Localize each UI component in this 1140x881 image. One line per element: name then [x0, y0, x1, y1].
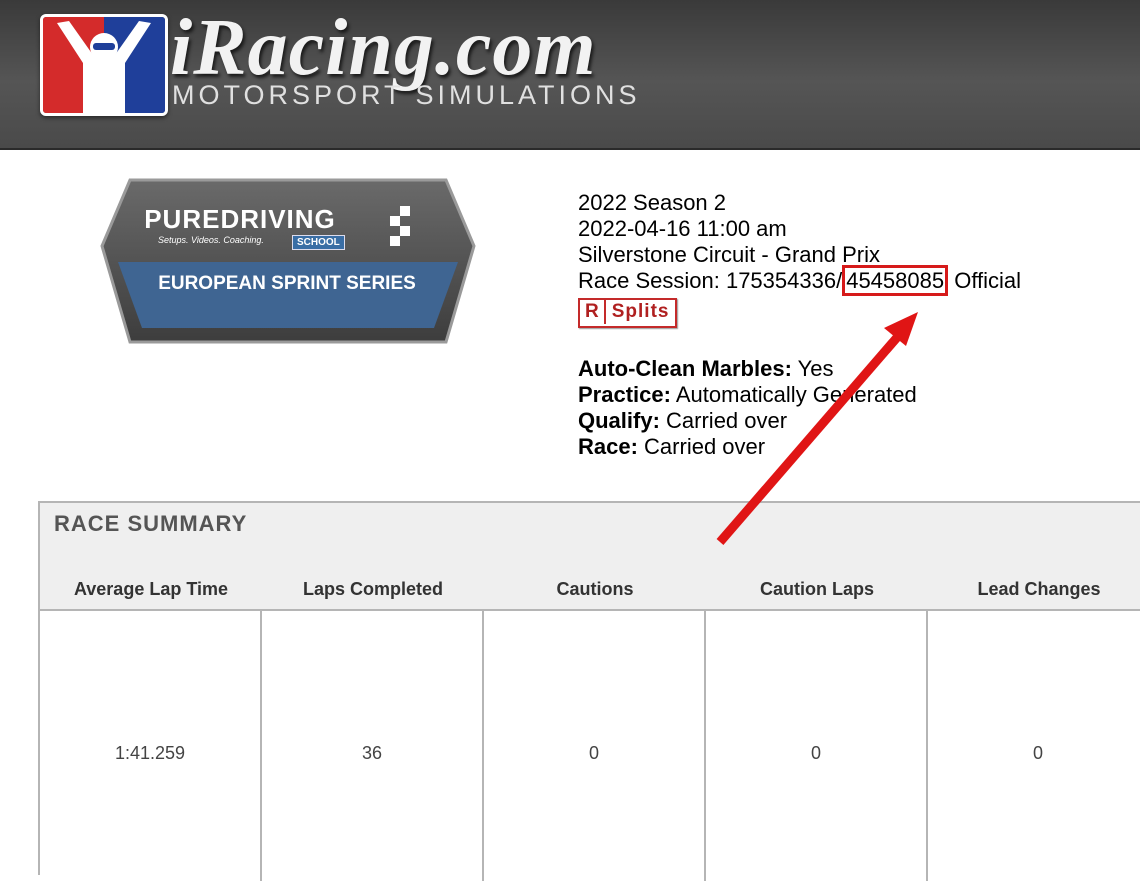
helmet-driver-icon [43, 17, 165, 113]
brand-wordmark: iRacing.com [170, 4, 597, 92]
qualify-value: Carried over [666, 408, 788, 433]
splits-label: Splits [611, 301, 670, 322]
value-cautions: 0 [588, 743, 599, 763]
session-info: 2022 Season 2 2022-04-16 11:00 am Silver… [578, 190, 1021, 328]
cell-caution-laps: 0 [706, 609, 928, 881]
season-label: 2022 Season 2 [578, 190, 727, 215]
session-settings: Auto-Clean Marbles: Yes Practice: Automa… [578, 356, 917, 460]
badge-series-name: EUROPEAN SPRINT SERIES [158, 273, 416, 294]
track-name: Silverstone Circuit - Grand Prix [578, 242, 880, 267]
race-summary-panel: RACE SUMMARY Average Lap Time Laps Compl… [38, 501, 1140, 881]
qualify-label: Qualify: [578, 408, 660, 433]
splits-r-icon: R [580, 300, 606, 324]
badge-brand: PUREDRIVING [144, 204, 336, 234]
cell-lead-changes: 0 [928, 609, 1140, 881]
cell-cautions: 0 [484, 609, 706, 881]
header-caution-laps: Caution Laps [759, 579, 874, 599]
badge-school: SCHOOL [292, 235, 345, 250]
session-datetime: 2022-04-16 11:00 am [578, 216, 787, 241]
session-status: Official [954, 268, 1022, 293]
race-label: Race: [578, 434, 638, 459]
cell-laps-completed: 36 [262, 609, 484, 881]
marbles-label: Auto-Clean Marbles: [578, 356, 792, 381]
race-session-line: Race Session: 175354336/45458085 Officia… [578, 265, 1022, 296]
cell-average-lap-time: 1:41.259 [40, 609, 262, 881]
brand-tagline: MOTORSPORT SIMULATIONS [172, 80, 641, 110]
value-average-lap-time: 1:41.259 [114, 743, 186, 763]
race-summary-title: RACE SUMMARY [54, 511, 248, 536]
race-value: Carried over [644, 434, 766, 459]
practice-value: Automatically Generated [675, 382, 917, 407]
practice-label: Practice: [578, 382, 671, 407]
header-cautions: Cautions [556, 579, 634, 599]
value-laps-completed: 36 [361, 743, 383, 763]
header-laps-completed: Laps Completed [302, 579, 444, 599]
value-caution-laps: 0 [810, 743, 821, 763]
race-session-id-highlight[interactable]: 45458085 [842, 265, 949, 296]
race-session-label: Race Session: 175354336/ [578, 268, 843, 293]
splits-button[interactable]: R Splits [578, 298, 678, 328]
site-header: iRacing.com MOTORSPORT SIMULATIONS [0, 0, 1140, 150]
header-average-lap-time: Average Lap Time [73, 579, 229, 599]
badge-tagline: Setups. Videos. Coaching. [158, 235, 264, 245]
value-lead-changes: 0 [1032, 743, 1043, 763]
marbles-value: Yes [797, 356, 834, 381]
header-lead-changes: Lead Changes [977, 579, 1101, 599]
iracing-logo[interactable] [40, 14, 168, 116]
